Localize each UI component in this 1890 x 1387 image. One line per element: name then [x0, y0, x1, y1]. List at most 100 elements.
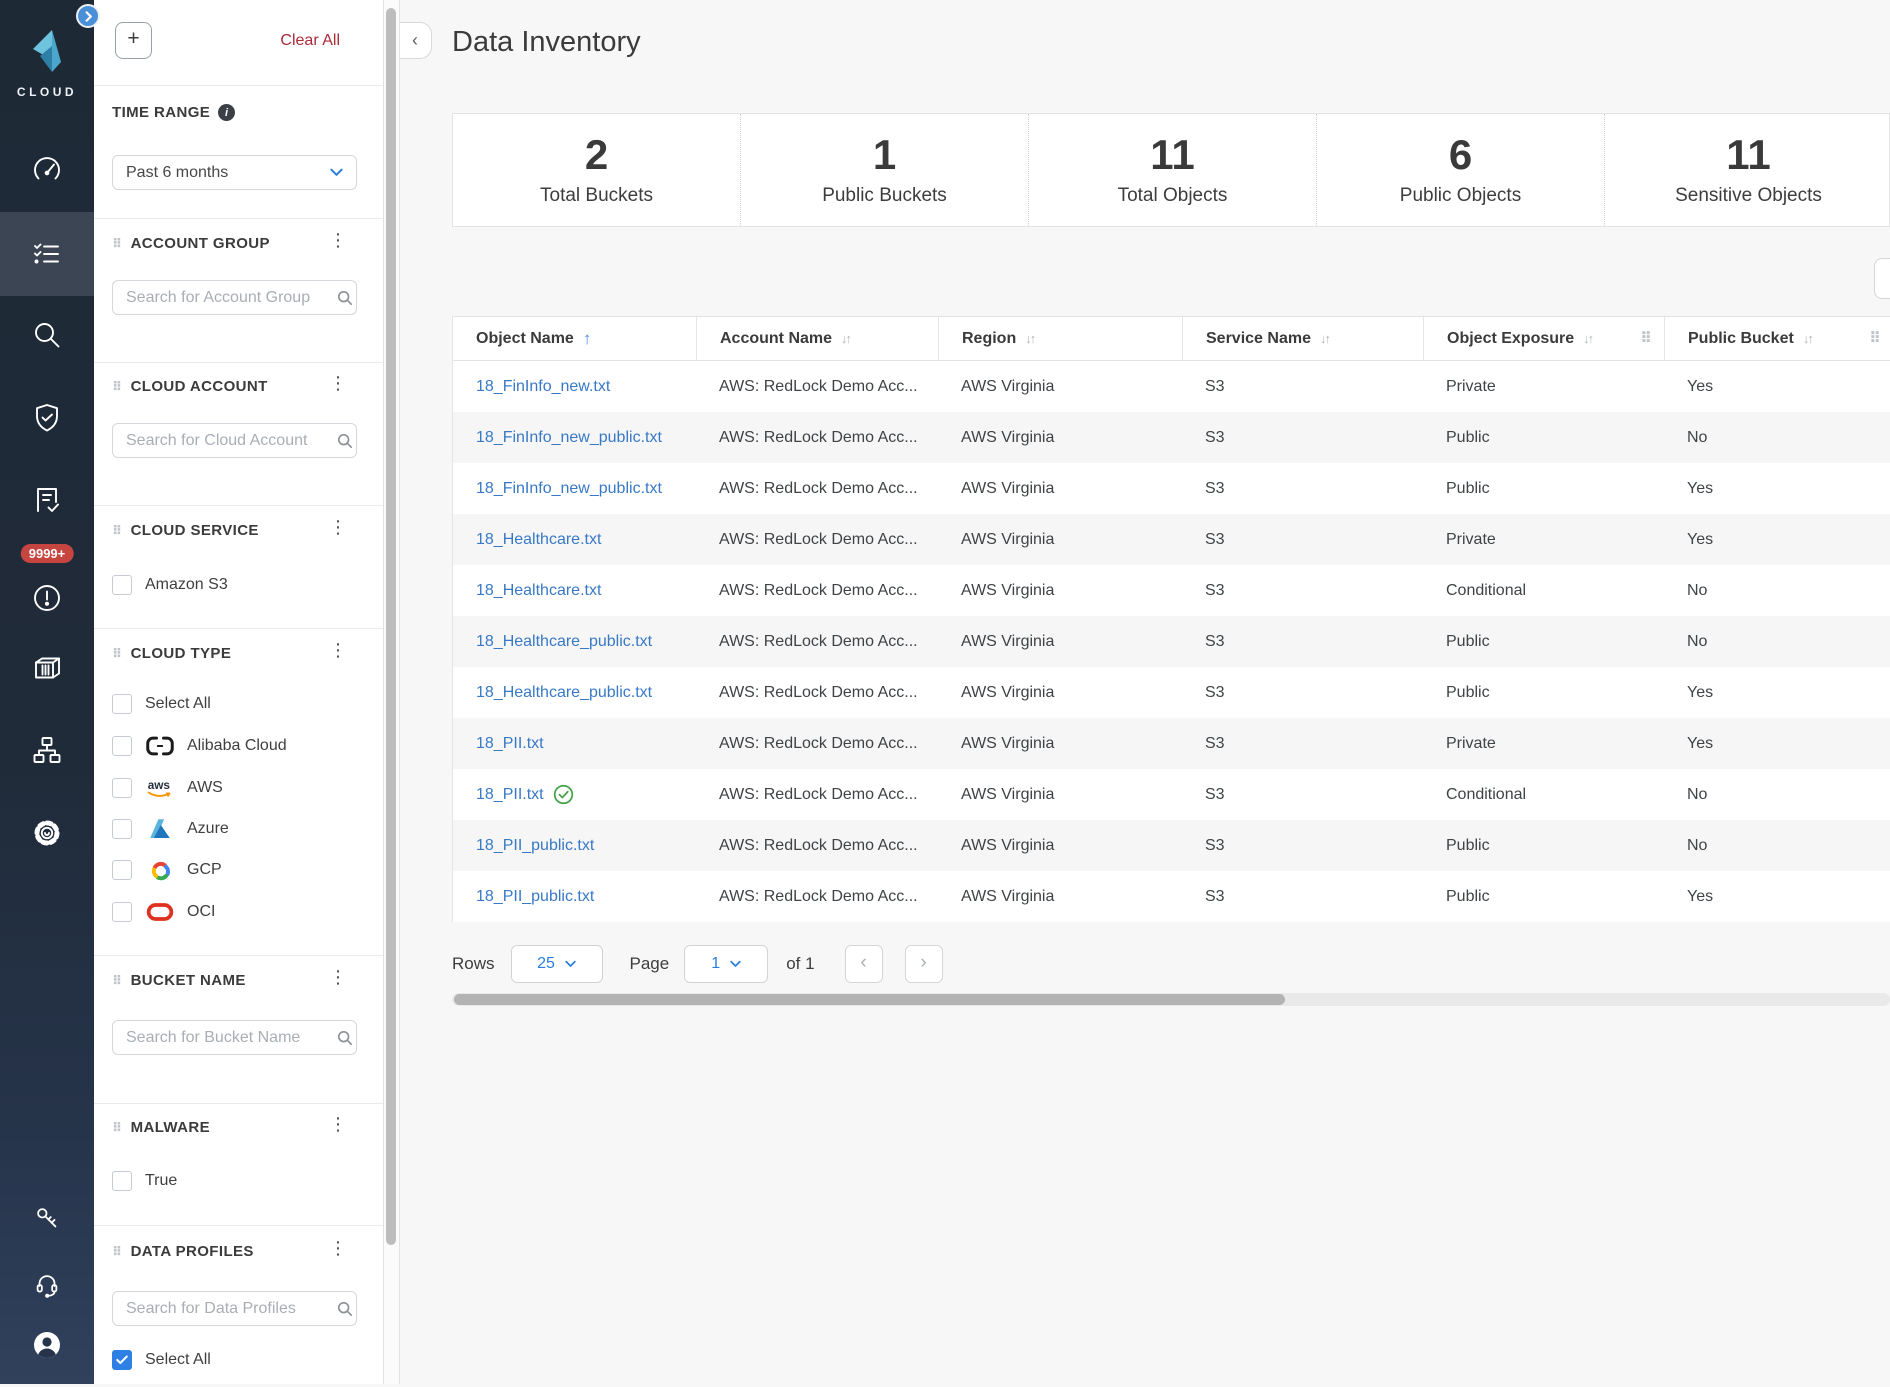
- drag-handle-icon[interactable]: ⠿: [112, 1121, 123, 1134]
- horizontal-scrollbar-thumb[interactable]: [454, 994, 1285, 1005]
- column-drag-handle-icon[interactable]: ⠿: [1640, 331, 1652, 346]
- aws-checkbox[interactable]: [112, 778, 132, 798]
- bucket-name-menu-icon[interactable]: ⋮: [329, 968, 347, 986]
- drag-handle-icon[interactable]: ⠿: [112, 380, 123, 393]
- object-name-link[interactable]: 18_Healthcare_public.txt: [476, 684, 652, 702]
- bucket-name-search-input[interactable]: [113, 1029, 337, 1047]
- sidebar-item-network[interactable]: [0, 708, 94, 792]
- object-name-link[interactable]: 18_Healthcare_public.txt: [476, 633, 652, 651]
- sort-icon[interactable]: ↓↑: [1583, 331, 1592, 346]
- next-page-button[interactable]: ›: [905, 945, 943, 983]
- table-row: 18_PII.txt AWS: RedLock Demo Acc... AWS …: [453, 718, 1890, 769]
- stat-total-objects: 11 Total Objects: [1028, 114, 1316, 226]
- sidebar-item-profile[interactable]: [0, 1303, 94, 1387]
- amazon-s3-checkbox[interactable]: [112, 575, 132, 595]
- column-header-account-name[interactable]: Account Name↓↑: [696, 317, 938, 360]
- data-profiles-select-all-checkbox[interactable]: [112, 1350, 132, 1370]
- sort-icon[interactable]: ↓↑: [1025, 331, 1034, 346]
- azure-checkbox[interactable]: [112, 819, 132, 839]
- sidebar-item-dashboard[interactable]: [0, 128, 94, 212]
- search-nav-icon: [31, 319, 63, 351]
- drag-handle-icon[interactable]: ⠿: [112, 524, 123, 537]
- object-name-link[interactable]: 18_Healthcare.txt: [476, 582, 601, 600]
- vertical-scrollbar[interactable]: [384, 0, 400, 1384]
- object-name-link[interactable]: 18_PII_public.txt: [476, 888, 594, 906]
- prisma-logo-icon: [26, 28, 68, 74]
- prisma-cloud-logo[interactable]: CLOUD: [0, 28, 94, 99]
- data-profiles-menu-icon[interactable]: ⋮: [329, 1239, 347, 1257]
- expand-sidebar-button[interactable]: [76, 4, 100, 28]
- collapse-filters-button[interactable]: ‹: [399, 22, 432, 59]
- object-name-link[interactable]: 18_PII.txt: [476, 735, 544, 753]
- previous-page-button[interactable]: ‹: [845, 945, 883, 983]
- object-name-link[interactable]: 18_FinInfo_new.txt: [476, 378, 610, 396]
- sidebar-item-settings[interactable]: [0, 791, 94, 875]
- drag-handle-icon[interactable]: ⠿: [112, 237, 123, 250]
- horizontal-scrollbar[interactable]: [452, 993, 1890, 1006]
- sidebar-item-inventory[interactable]: [0, 212, 94, 296]
- keys-icon: [32, 1203, 62, 1233]
- sidebar-item-compliance[interactable]: [0, 458, 94, 542]
- divider: [94, 628, 383, 629]
- column-header-service-name[interactable]: Service Name↓↑: [1182, 317, 1423, 360]
- sidebar-item-search[interactable]: [0, 293, 94, 377]
- clear-all-link[interactable]: Clear All: [280, 32, 340, 50]
- account-group-search-input[interactable]: [113, 289, 337, 307]
- cloud-account-header: ⠿ CLOUD ACCOUNT: [112, 378, 268, 395]
- column-header-region[interactable]: Region↓↑: [938, 317, 1182, 360]
- rows-per-page-select[interactable]: 25: [511, 945, 603, 983]
- sort-icon[interactable]: ↓↑: [1320, 331, 1329, 346]
- info-icon[interactable]: i: [218, 104, 235, 121]
- malware-menu-icon[interactable]: ⋮: [329, 1115, 347, 1133]
- search-icon: [337, 1030, 353, 1046]
- account-group-menu-icon[interactable]: ⋮: [329, 231, 347, 249]
- sort-icon[interactable]: ↓↑: [841, 331, 850, 346]
- account-group-header: ⠿ ACCOUNT GROUP: [112, 235, 270, 252]
- gcp-checkbox[interactable]: [112, 860, 132, 880]
- drag-handle-icon[interactable]: ⠿: [112, 1245, 123, 1258]
- sort-ascending-icon[interactable]: ↑: [583, 329, 592, 349]
- cloud-account-search-input[interactable]: [113, 432, 337, 450]
- gear-icon: [31, 817, 63, 849]
- add-filter-button[interactable]: +: [115, 22, 152, 59]
- column-header-object-exposure[interactable]: Object Exposure↓↑⠿: [1423, 317, 1664, 360]
- drag-handle-icon[interactable]: ⠿: [112, 974, 123, 987]
- sidebar-item-compute[interactable]: [0, 626, 94, 710]
- column-header-object-name[interactable]: Object Name↑: [453, 317, 696, 360]
- object-name-link[interactable]: 18_FinInfo_new_public.txt: [476, 480, 662, 498]
- gauge-icon: [31, 154, 63, 186]
- logo-text: CLOUD: [0, 85, 94, 99]
- objects-table: Object Name↑ Account Name↓↑ Region↓↑ Ser…: [452, 316, 1890, 922]
- search-icon: [337, 290, 353, 306]
- cloud-type-alibaba: Alibaba Cloud: [112, 732, 287, 760]
- oci-checkbox[interactable]: [112, 902, 132, 922]
- cloud-service-menu-icon[interactable]: ⋮: [329, 518, 347, 536]
- check-icon: [116, 1355, 128, 1365]
- column-header-public-bucket[interactable]: Public Bucket↓↑⠿: [1664, 317, 1890, 360]
- column-drag-handle-icon[interactable]: ⠿: [1869, 331, 1881, 346]
- account-group-label: ACCOUNT GROUP: [131, 235, 270, 252]
- object-name-link[interactable]: 18_PII.txt: [476, 786, 544, 804]
- time-range-select[interactable]: Past 6 months: [112, 155, 357, 190]
- sort-icon[interactable]: ↓↑: [1803, 331, 1812, 346]
- object-name-link[interactable]: 18_PII_public.txt: [476, 837, 594, 855]
- avatar-icon: [31, 1329, 63, 1361]
- cloud-type-menu-icon[interactable]: ⋮: [329, 641, 347, 659]
- malware-true-checkbox[interactable]: [112, 1171, 132, 1191]
- table-row: 18_PII.txt AWS: RedLock Demo Acc... AWS …: [453, 769, 1890, 820]
- sidebar-item-policies[interactable]: [0, 376, 94, 460]
- drag-handle-icon[interactable]: ⠿: [112, 647, 123, 660]
- stat-public-objects: 6 Public Objects: [1316, 114, 1604, 226]
- cloud-type-select-all-checkbox[interactable]: [112, 694, 132, 714]
- sidebar: CLOUD: [0, 0, 94, 1384]
- summary-stats-panel: 2 Total Buckets 1 Public Buckets 11 Tota…: [452, 113, 1890, 227]
- data-profiles-search-input[interactable]: [113, 1300, 337, 1318]
- table-settings-button-cutoff[interactable]: [1874, 258, 1890, 299]
- cloud-account-menu-icon[interactable]: ⋮: [329, 374, 347, 392]
- vertical-scrollbar-thumb[interactable]: [386, 8, 396, 1245]
- object-name-link[interactable]: 18_FinInfo_new_public.txt: [476, 429, 662, 447]
- object-name-link[interactable]: 18_Healthcare.txt: [476, 531, 601, 549]
- alibaba-checkbox[interactable]: [112, 736, 132, 756]
- page-number-select[interactable]: 1: [684, 945, 768, 983]
- divider: [94, 1103, 383, 1104]
